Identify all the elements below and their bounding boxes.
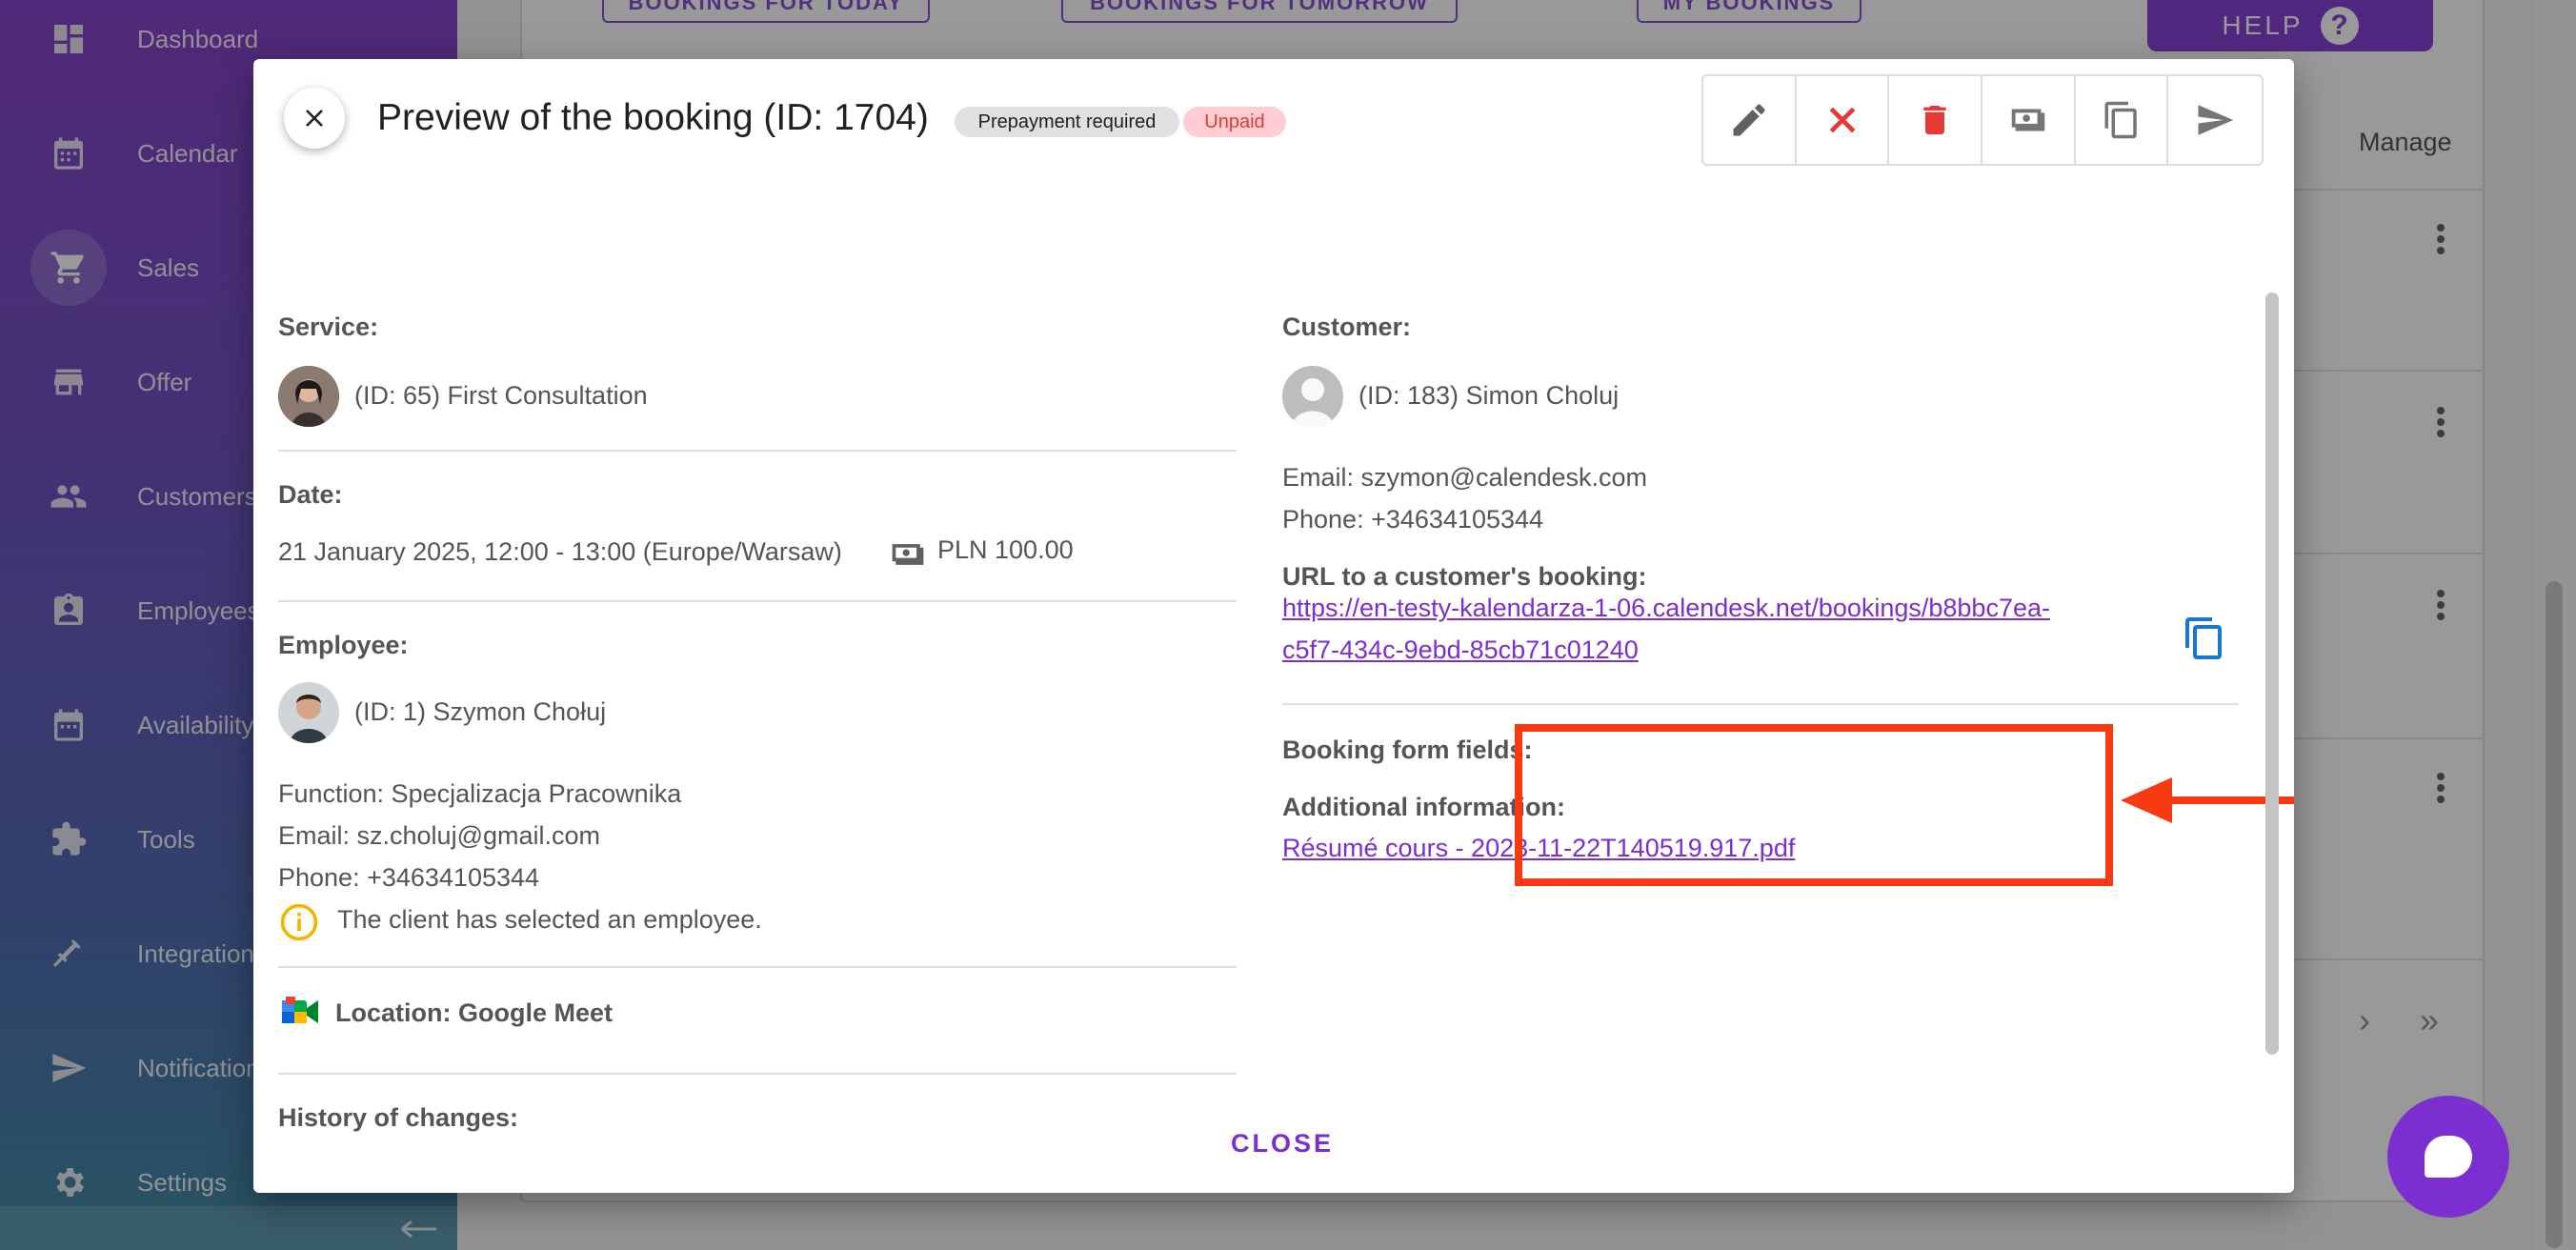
section-divider xyxy=(278,600,1237,602)
customer-booking-url-line1[interactable]: https://en-testy-kalendarza-1-06.calende… xyxy=(1282,587,2050,629)
section-divider xyxy=(278,450,1237,452)
copy-url-icon[interactable] xyxy=(2182,615,2227,661)
dialog-title: Preview of the booking (ID: 1704) xyxy=(377,97,929,138)
dialog-content: Service: (ID: 65) First Consultation Dat… xyxy=(253,231,2294,1151)
close-dialog-button[interactable] xyxy=(284,88,345,149)
customer-booking-url-line2[interactable]: c5f7-434c-9ebd-85cb71c01240 xyxy=(1282,629,1639,671)
delete-icon xyxy=(1923,106,1946,134)
booking-price: PLN 100.00 xyxy=(937,535,1074,564)
payment-icon xyxy=(2011,109,2045,131)
duplicate-icon xyxy=(2104,101,2137,139)
booking-preview-dialog: Preview of the booking (ID: 1704) Prepay… xyxy=(253,59,2294,1193)
close-icon xyxy=(306,110,323,127)
employee-function: Function: Specjalizacja Pracownika xyxy=(278,779,682,808)
send-icon xyxy=(2198,105,2234,135)
payment-status-chip: Unpaid xyxy=(1183,107,1286,137)
section-divider xyxy=(1282,703,2239,705)
employee-email: Email: sz.choluj@gmail.com xyxy=(278,821,601,850)
form-fields-label: Booking form fields: xyxy=(1282,736,1533,764)
customer-avatar xyxy=(1282,366,1343,427)
highlight-annotation xyxy=(1515,724,2113,886)
dialog-scroll-thumb[interactable] xyxy=(2265,292,2279,1055)
close-button[interactable]: CLOSE xyxy=(1225,1122,1339,1164)
cancel-icon xyxy=(1829,107,1855,133)
duplicate-button[interactable] xyxy=(2076,76,2169,164)
section-divider xyxy=(278,1073,1237,1075)
service-name: (ID: 65) First Consultation xyxy=(354,381,648,410)
edit-icon xyxy=(1733,104,1765,136)
delete-button[interactable] xyxy=(1889,76,1983,164)
booking-toolbar xyxy=(1701,74,2264,166)
service-avatar xyxy=(278,366,339,427)
price-icon xyxy=(892,544,924,565)
employee-label: Employee: xyxy=(278,631,409,659)
employee-name: (ID: 1) Szymon Chołuj xyxy=(354,697,607,726)
payment-button[interactable] xyxy=(1982,76,2076,164)
customer-name: (ID: 183) Simon Choluj xyxy=(1358,381,1620,410)
location-label: Location: Google Meet xyxy=(335,998,614,1027)
chat-icon xyxy=(2425,1136,2472,1178)
service-label: Service: xyxy=(278,312,379,341)
info-icon xyxy=(280,903,318,941)
dialog-scrollbar[interactable] xyxy=(2264,231,2283,1151)
date-label: Date: xyxy=(278,480,343,509)
section-divider xyxy=(278,966,1237,968)
send-notification-button[interactable] xyxy=(2168,76,2262,164)
customer-email: Email: szymon@calendesk.com xyxy=(1282,463,1648,492)
customer-phone: Phone: +34634105344 xyxy=(1282,505,1544,534)
booking-date: 21 January 2025, 12:00 - 13:00 (Europe/W… xyxy=(278,537,842,566)
google-meet-icon xyxy=(282,997,318,1023)
cancel-booking-button[interactable] xyxy=(1797,76,1890,164)
prepayment-chip: Prepayment required xyxy=(955,107,1179,137)
edit-button[interactable] xyxy=(1703,76,1797,164)
history-label: History of changes: xyxy=(278,1103,519,1132)
employee-phone: Phone: +34634105344 xyxy=(278,863,540,892)
chat-button[interactable] xyxy=(2387,1096,2509,1218)
customer-label: Customer: xyxy=(1282,312,1412,341)
employee-selection-info: The client has selected an employee. xyxy=(337,905,762,934)
employee-avatar xyxy=(278,682,339,743)
